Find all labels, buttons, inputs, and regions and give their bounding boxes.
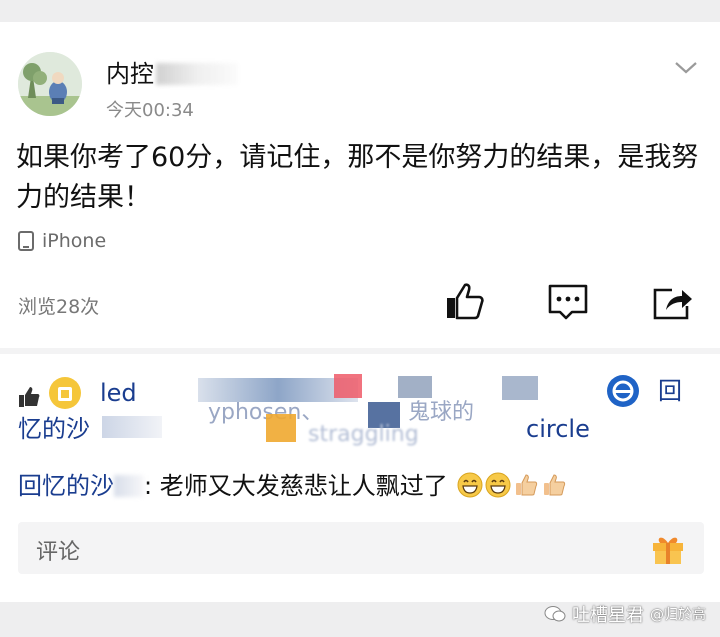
chevron-down-icon[interactable] <box>674 60 698 76</box>
watermark: 吐槽星君 @归於高 <box>544 601 706 627</box>
view-count: 浏览28次 <box>18 296 100 318</box>
liker-name[interactable]: led <box>100 374 137 412</box>
phone-icon <box>18 231 34 251</box>
like-list: led yphosen、 鬼球的 回 忆的沙 straggling circle <box>18 364 708 447</box>
source-label: iPhone <box>42 230 107 252</box>
comment-placeholder: 评论 <box>36 540 81 565</box>
gift-icon[interactable] <box>650 530 686 566</box>
comments-section: led yphosen、 鬼球的 回 忆的沙 straggling circle… <box>0 354 720 602</box>
grin-emoji-icon <box>457 472 483 498</box>
thumbs-up-emoji-icon <box>544 474 566 496</box>
share-icon[interactable] <box>650 280 694 324</box>
thumbs-up-emoji-icon <box>516 474 538 496</box>
liker-name[interactable]: straggling <box>308 416 419 454</box>
liker-name[interactable]: circle <box>526 410 590 448</box>
comment-icon[interactable] <box>546 280 590 324</box>
post-source: iPhone <box>18 230 106 252</box>
thumb-icon <box>19 387 40 407</box>
comment-text: : 老师又大发慈悲让人飘过了 <box>144 472 448 500</box>
like-icon[interactable] <box>442 280 486 324</box>
wechat-icon <box>544 606 566 622</box>
liker-name[interactable]: 忆的沙 <box>18 410 90 448</box>
avatar[interactable] <box>18 52 82 116</box>
comment-item: 回忆的沙 : 老师又大发慈悲让人飘过了 <box>18 466 567 501</box>
redaction-blur <box>502 376 538 400</box>
liker-name[interactable]: 回 <box>658 372 682 410</box>
watermark-sub: @归於高 <box>650 607 706 623</box>
redaction-blur <box>334 374 362 398</box>
post-time: 今天00:34 <box>106 100 194 121</box>
redaction-blur <box>266 414 296 442</box>
post-text: 如果你考了60分，请记住，那不是你努力的结果，是我努力的结果！ <box>16 142 699 213</box>
watermark-text: 吐槽星君 <box>572 605 644 626</box>
avatar[interactable] <box>606 374 640 408</box>
username-text: 内控 <box>106 60 154 88</box>
redaction-blur <box>156 63 238 85</box>
comment-author[interactable]: 回忆的沙 <box>18 472 114 500</box>
avatar[interactable] <box>48 376 82 410</box>
grin-emoji-icon <box>485 472 511 498</box>
redaction-blur <box>114 475 144 497</box>
post-card: 内控 今天00:34 如果你考了60分，请记住，那不是你努力的结果，是我努力的结… <box>0 22 720 348</box>
comment-input[interactable]: 评论 <box>18 522 704 574</box>
username[interactable]: 内控 <box>106 54 238 89</box>
redaction-blur <box>102 416 162 438</box>
